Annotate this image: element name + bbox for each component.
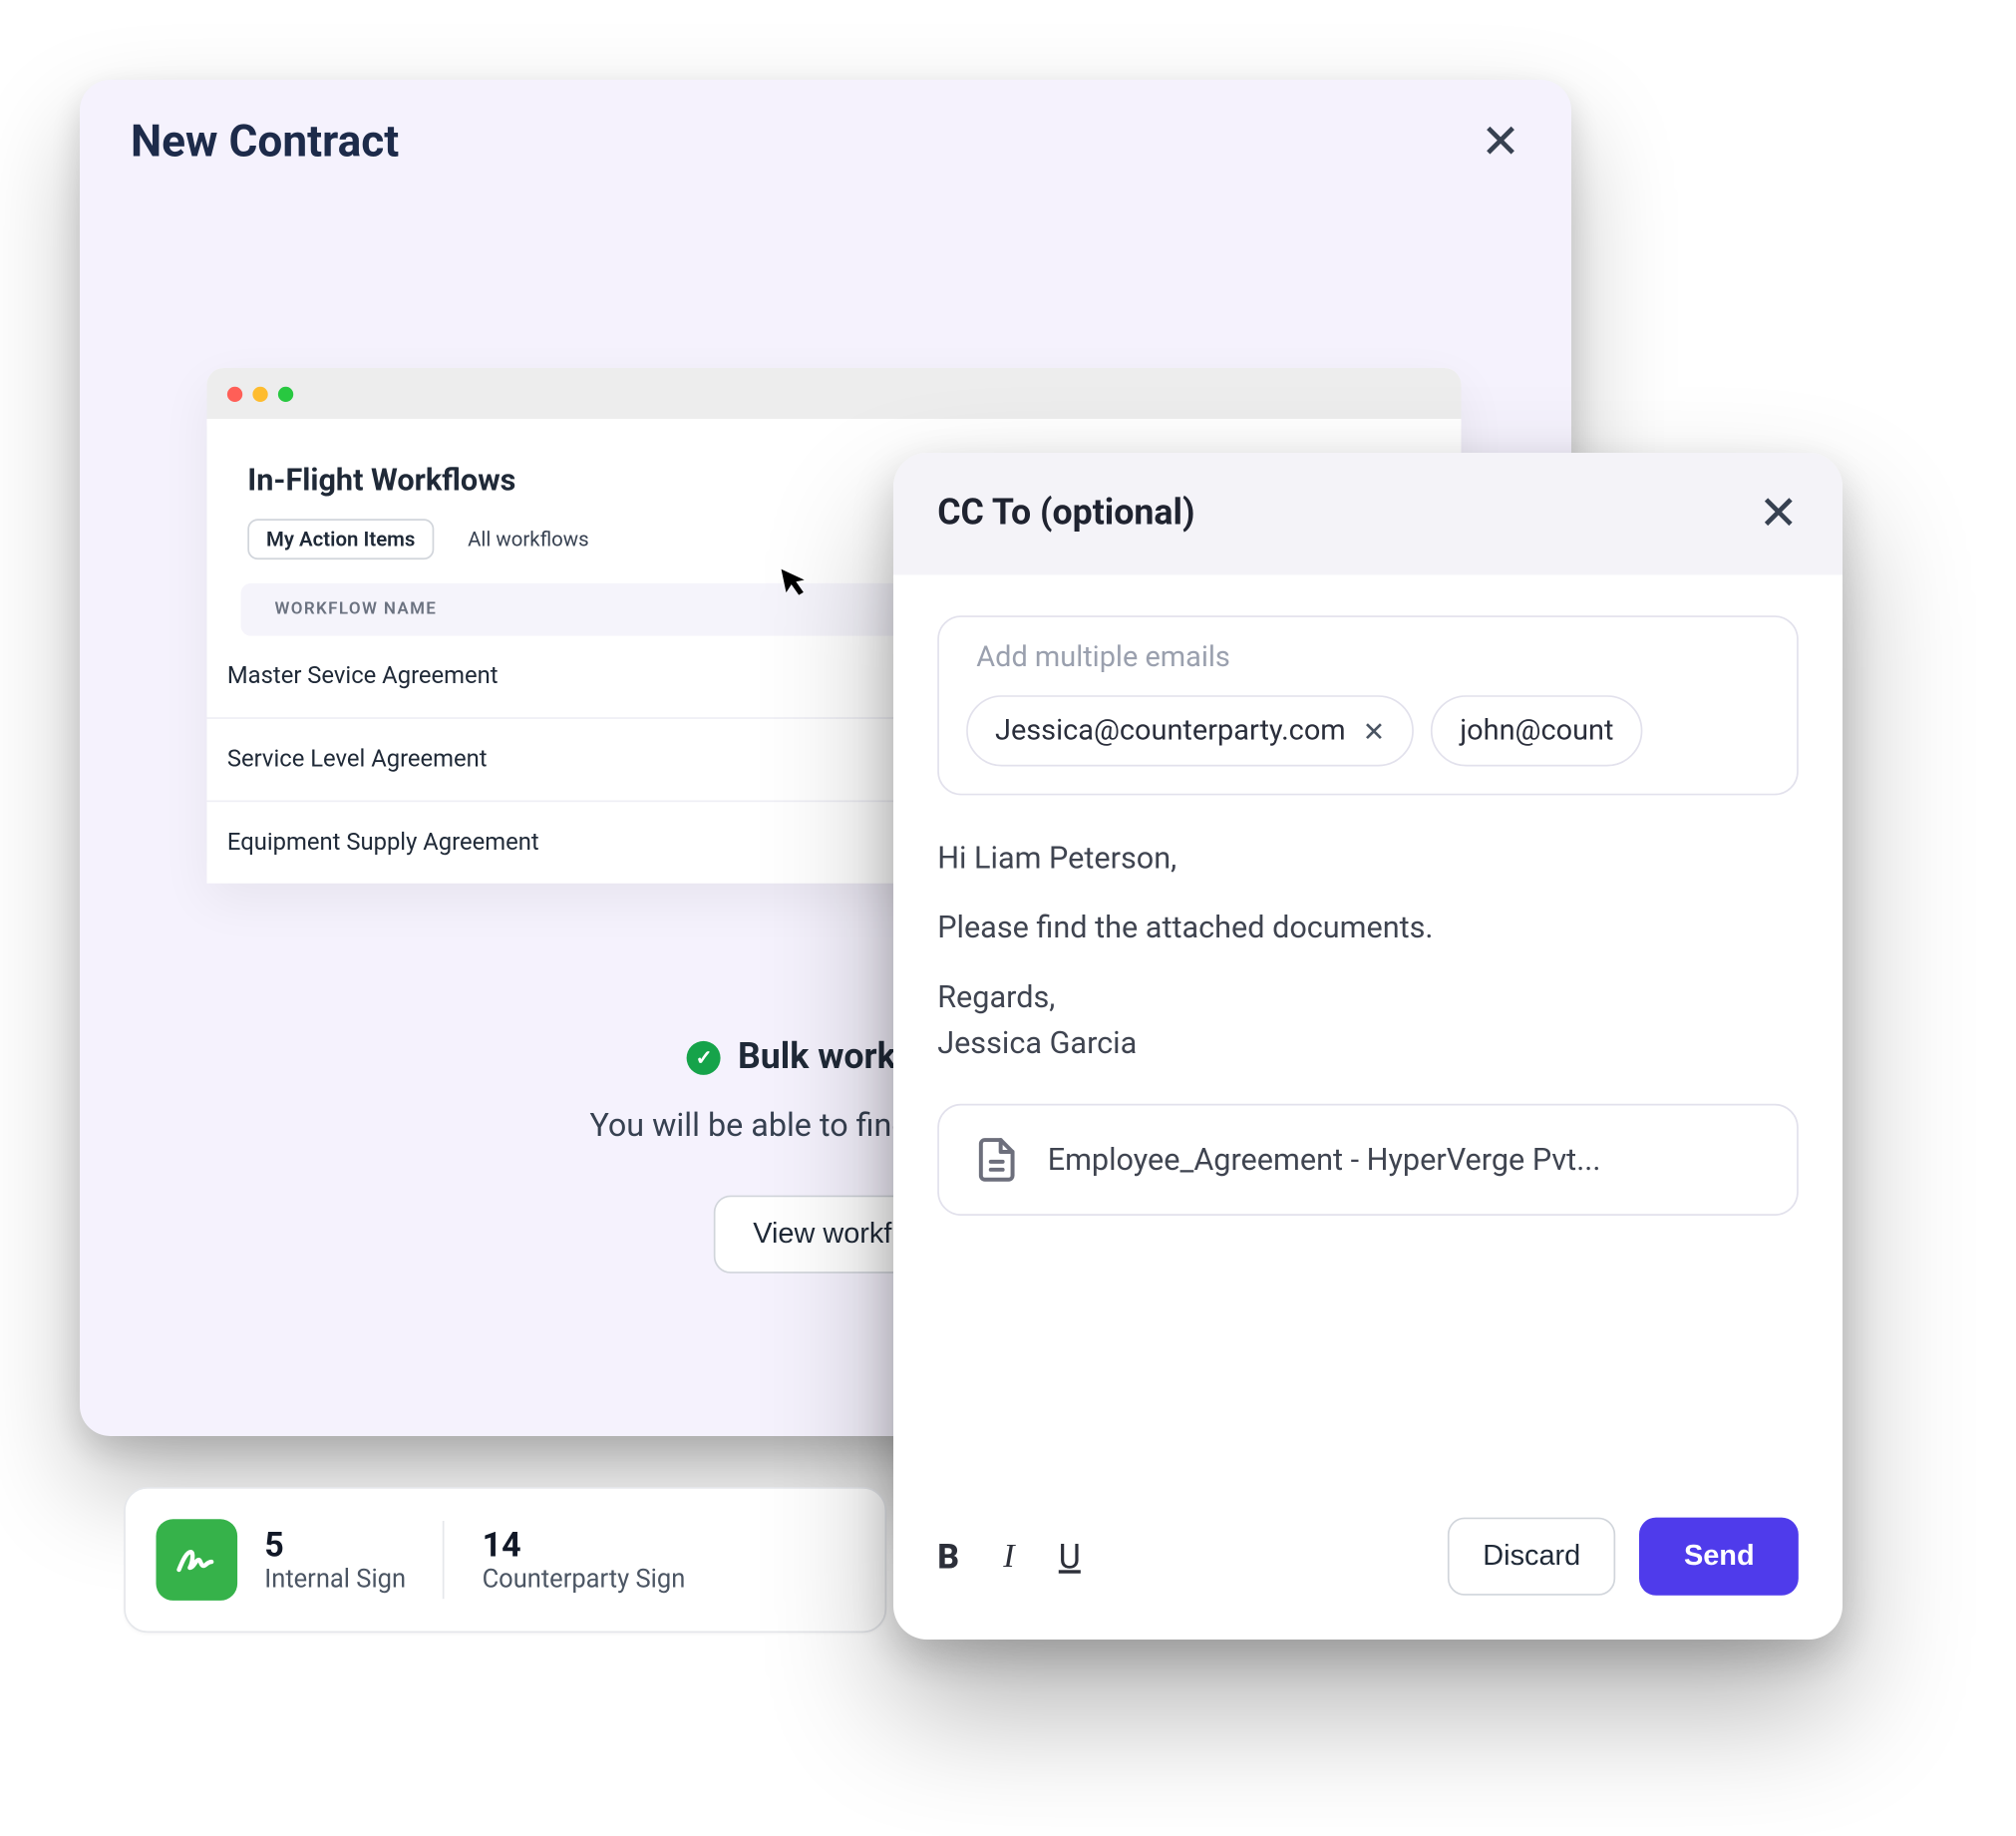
discard-button[interactable]: Discard bbox=[1448, 1518, 1616, 1596]
attachment-name: Employee_Agreement - HyperVerge Pvt... bbox=[1048, 1142, 1601, 1178]
traffic-maximize-icon[interactable] bbox=[278, 386, 293, 401]
signature-icon bbox=[157, 1519, 238, 1601]
email-chip[interactable]: Jessica@counterparty.com ✕ bbox=[966, 695, 1414, 766]
divider bbox=[443, 1521, 445, 1599]
counterparty-sign-label: Counterparty Sign bbox=[483, 1564, 686, 1595]
document-icon bbox=[973, 1136, 1021, 1184]
cc-placeholder: Add multiple emails bbox=[976, 641, 1759, 675]
remove-chip-icon[interactable]: ✕ bbox=[1363, 715, 1386, 747]
email-regards-1: Regards, bbox=[937, 980, 1055, 1016]
email-title: CC To (optional) bbox=[937, 494, 1194, 535]
close-icon[interactable]: ✕ bbox=[1759, 490, 1799, 538]
check-circle-icon: ✓ bbox=[687, 1041, 721, 1075]
send-button[interactable]: Send bbox=[1640, 1518, 1799, 1596]
format-toolbar: B I U bbox=[937, 1536, 1081, 1577]
email-regards-2: Jessica Garcia bbox=[937, 1026, 1137, 1062]
traffic-close-icon[interactable] bbox=[227, 386, 242, 401]
internal-sign-label: Internal Sign bbox=[264, 1564, 406, 1595]
tab-all-workflows[interactable]: All workflows bbox=[451, 521, 606, 557]
counterparty-sign-count: 14 bbox=[483, 1526, 686, 1563]
underline-button[interactable]: U bbox=[1059, 1536, 1081, 1577]
counterparty-sign-block: 14 Counterparty Sign bbox=[483, 1526, 686, 1594]
email-greeting: Hi Liam Peterson, bbox=[937, 836, 1799, 882]
mac-titlebar bbox=[207, 368, 1462, 419]
sign-counts-bar: 5 Internal Sign 14 Counterparty Sign bbox=[124, 1487, 886, 1633]
page-title: New Contract bbox=[131, 117, 399, 168]
email-chip-label: Jessica@counterparty.com bbox=[995, 714, 1346, 748]
email-chip-label: john@count bbox=[1460, 714, 1613, 748]
internal-sign-block: 5 Internal Sign bbox=[264, 1526, 406, 1594]
close-icon[interactable]: ✕ bbox=[1481, 119, 1520, 167]
cc-email-panel: CC To (optional) ✕ Add multiple emails J… bbox=[893, 453, 1843, 1640]
tab-my-action-items[interactable]: My Action Items bbox=[247, 519, 434, 559]
internal-sign-count: 5 bbox=[264, 1526, 406, 1563]
attachment-card[interactable]: Employee_Agreement - HyperVerge Pvt... bbox=[937, 1104, 1799, 1216]
traffic-minimize-icon[interactable] bbox=[252, 386, 267, 401]
email-line: Please find the attached documents. bbox=[937, 906, 1799, 951]
bold-button[interactable]: B bbox=[937, 1536, 959, 1577]
cc-email-input[interactable]: Add multiple emails Jessica@counterparty… bbox=[937, 615, 1799, 795]
italic-button[interactable]: I bbox=[1003, 1537, 1014, 1576]
email-chip[interactable]: john@count bbox=[1431, 695, 1642, 766]
email-body-text[interactable]: Hi Liam Peterson, Please find the attach… bbox=[937, 836, 1799, 1066]
